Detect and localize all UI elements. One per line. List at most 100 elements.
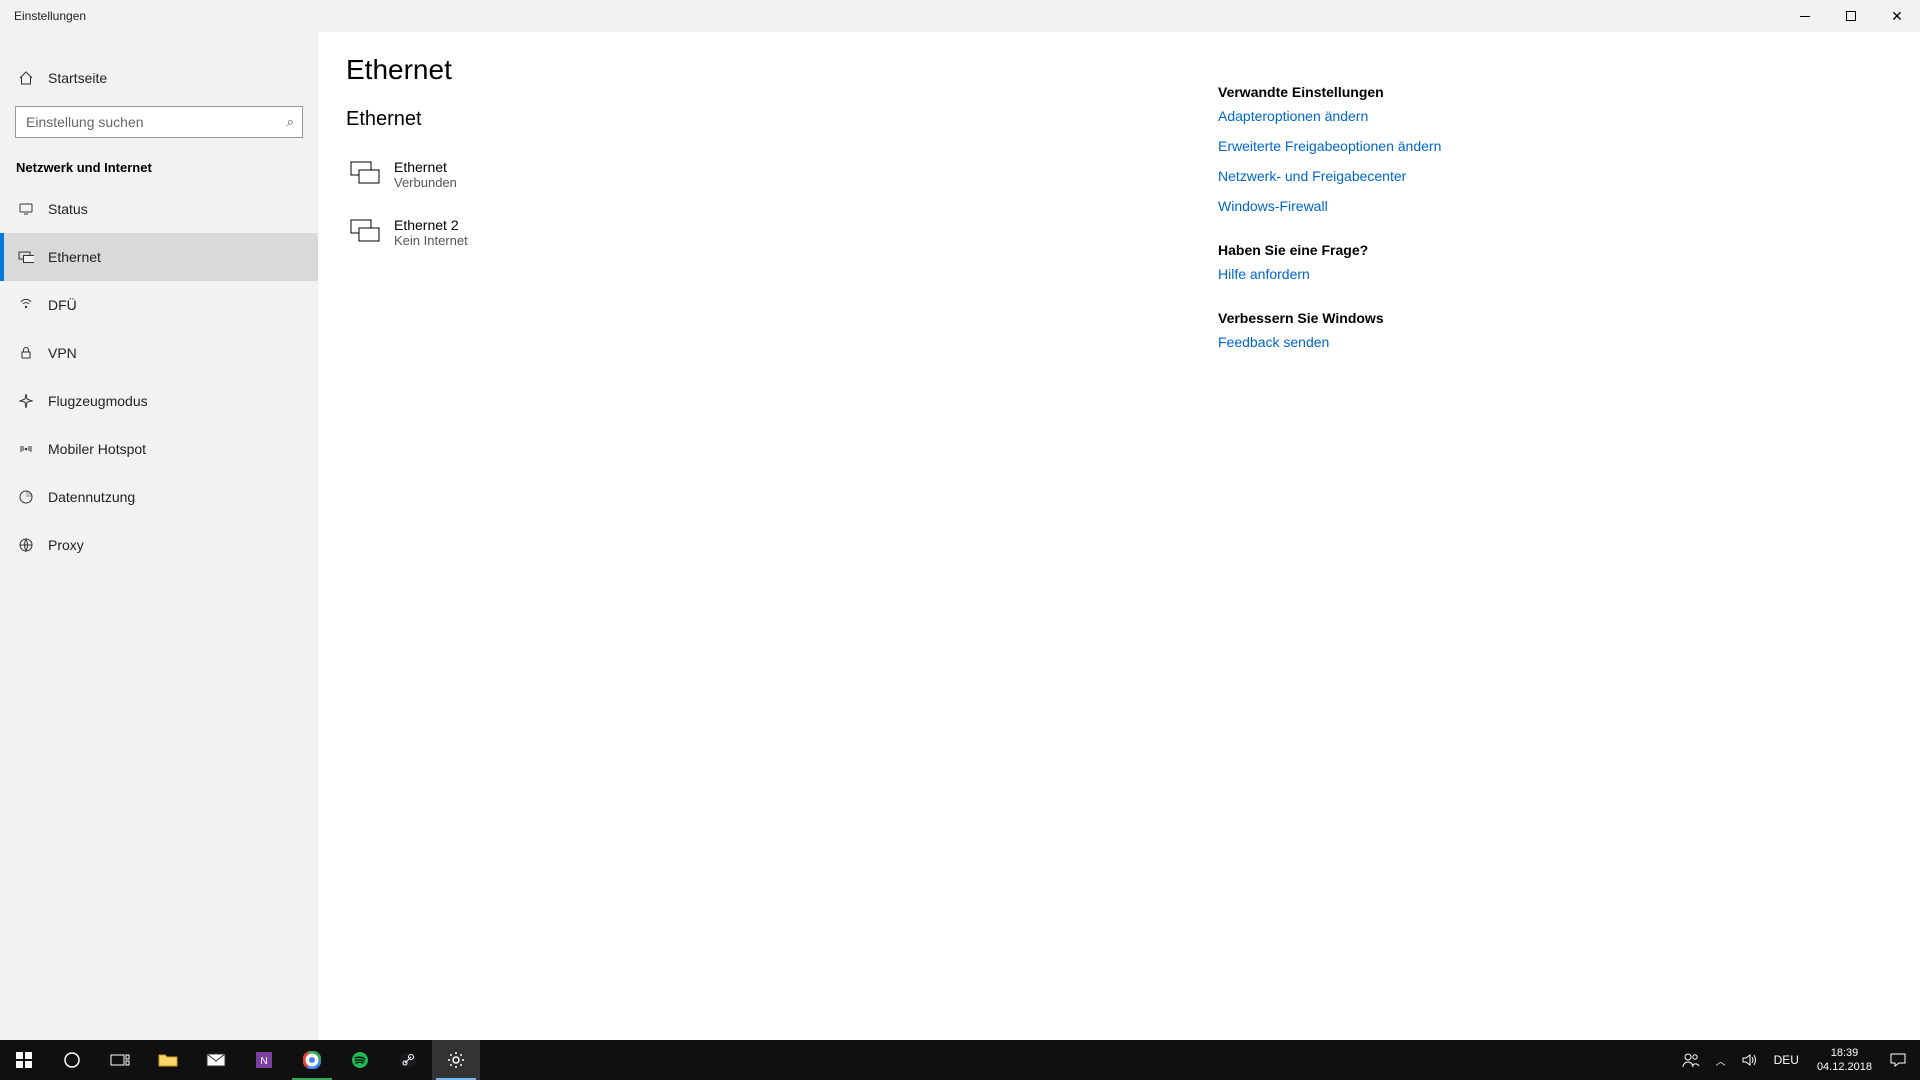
taskbar-chrome[interactable] <box>288 1040 336 1080</box>
network-item-ethernet2[interactable]: Ethernet 2 Kein Internet <box>346 203 1218 261</box>
sidebar-item-vpn[interactable]: VPN <box>0 329 318 377</box>
network-item-text: Ethernet 2 Kein Internet <box>394 217 468 248</box>
network-status: Kein Internet <box>394 233 468 248</box>
tray-volume[interactable] <box>1734 1040 1766 1080</box>
sidebar-category: Netzwerk und Internet <box>0 138 318 185</box>
steam-icon <box>399 1051 417 1069</box>
sidebar-item-status[interactable]: Status <box>0 185 318 233</box>
main: Ethernet Ethernet Ethernet Verbunden Eth… <box>318 0 1920 1040</box>
tray-clock[interactable]: 18:39 04.12.2018 <box>1807 1040 1882 1080</box>
taskbar-spotify[interactable] <box>336 1040 384 1080</box>
network-item-text: Ethernet Verbunden <box>394 159 457 190</box>
search-wrap: ⌕ <box>0 98 318 138</box>
link-windows-firewall[interactable]: Windows-Firewall <box>1218 198 1448 214</box>
help-group: Haben Sie eine Frage? Hilfe anfordern <box>1218 242 1448 282</box>
network-item-ethernet[interactable]: Ethernet Verbunden <box>346 145 1218 203</box>
feedback-group: Verbessern Sie Windows Feedback senden <box>1218 310 1448 350</box>
cortana-icon <box>63 1051 81 1069</box>
taskbar-mail[interactable] <box>192 1040 240 1080</box>
help-heading: Haben Sie eine Frage? <box>1218 242 1448 258</box>
network-name: Ethernet 2 <box>394 217 468 233</box>
spotify-icon <box>351 1051 369 1069</box>
sidebar-item-hotspot[interactable]: Mobiler Hotspot <box>0 425 318 473</box>
folder-icon <box>158 1052 178 1068</box>
network-name: Ethernet <box>394 159 457 175</box>
taskbar-steam[interactable] <box>384 1040 432 1080</box>
close-icon: ✕ <box>1891 9 1903 23</box>
volume-icon <box>1742 1053 1758 1067</box>
titlebar: Einstellungen ✕ <box>0 0 1920 32</box>
link-adapter-options[interactable]: Adapteroptionen ändern <box>1218 108 1448 124</box>
status-icon <box>16 201 36 217</box>
tray-people[interactable] <box>1674 1040 1708 1080</box>
close-button[interactable]: ✕ <box>1874 0 1920 32</box>
sidebar-home[interactable]: Startseite <box>0 58 318 98</box>
link-send-feedback[interactable]: Feedback senden <box>1218 334 1448 350</box>
sidebar-home-label: Startseite <box>48 70 107 86</box>
sidebar-nav: Status Ethernet DFÜ VPN <box>0 185 318 569</box>
windows-icon <box>16 1052 32 1068</box>
sidebar-item-label: Ethernet <box>48 249 101 265</box>
ethernet-adapter-icon <box>348 157 382 191</box>
cortana-button[interactable] <box>48 1040 96 1080</box>
show-desktop[interactable] <box>1914 1040 1920 1080</box>
sidebar-item-airplane[interactable]: Flugzeugmodus <box>0 377 318 425</box>
maximize-button[interactable] <box>1828 0 1874 32</box>
taskbar-explorer[interactable] <box>144 1040 192 1080</box>
sidebar-item-proxy[interactable]: Proxy <box>0 521 318 569</box>
ethernet-icon <box>16 249 36 265</box>
svg-text:N: N <box>260 1056 267 1067</box>
sidebar-item-label: Mobiler Hotspot <box>48 441 146 457</box>
window-controls: ✕ <box>1782 0 1920 32</box>
tray-language[interactable]: DEU <box>1766 1040 1807 1080</box>
sidebar-item-label: Status <box>48 201 88 217</box>
right-panel: Verwandte Einstellungen Adapteroptionen … <box>1218 48 1478 1040</box>
sidebar-item-label: Proxy <box>48 537 84 553</box>
clock-time: 18:39 <box>1831 1046 1859 1060</box>
datausage-icon <box>16 489 36 505</box>
people-icon <box>1682 1052 1700 1068</box>
chevron-up-icon: ︿ <box>1716 1053 1726 1068</box>
hotspot-icon <box>16 441 36 457</box>
gear-icon <box>447 1051 465 1069</box>
sidebar-item-label: DFÜ <box>48 297 77 313</box>
window-title: Einstellungen <box>0 9 86 23</box>
start-button[interactable] <box>0 1040 48 1080</box>
ethernet-adapter-icon <box>348 215 382 249</box>
minimize-icon <box>1800 16 1810 17</box>
taskbar-right: ︿ DEU 18:39 04.12.2018 <box>1674 1040 1920 1080</box>
link-network-center[interactable]: Netzwerk- und Freigabecenter <box>1218 168 1448 184</box>
mail-icon <box>206 1053 226 1067</box>
maximize-icon <box>1846 11 1856 21</box>
sidebar-item-datausage[interactable]: Datennutzung <box>0 473 318 521</box>
network-status: Verbunden <box>394 175 457 190</box>
vpn-icon <box>16 345 36 361</box>
taskbar-onenote[interactable]: N <box>240 1040 288 1080</box>
tray-action-center[interactable] <box>1882 1040 1914 1080</box>
sidebar-item-label: Flugzeugmodus <box>48 393 148 409</box>
link-sharing-options[interactable]: Erweiterte Freigabeoptionen ändern <box>1218 138 1448 154</box>
dialup-icon <box>16 297 36 313</box>
related-settings-group: Verwandte Einstellungen Adapteroptionen … <box>1218 84 1448 214</box>
clock-date: 04.12.2018 <box>1817 1060 1872 1074</box>
page-title: Ethernet <box>346 54 1218 86</box>
content: Ethernet Ethernet Ethernet Verbunden Eth… <box>318 48 1218 1040</box>
section-heading: Ethernet <box>346 108 1218 131</box>
sidebar-item-dfu[interactable]: DFÜ <box>0 281 318 329</box>
taskview-button[interactable] <box>96 1040 144 1080</box>
home-icon <box>16 70 36 86</box>
sidebar-item-label: Datennutzung <box>48 489 135 505</box>
language-label: DEU <box>1774 1053 1799 1067</box>
link-get-help[interactable]: Hilfe anfordern <box>1218 266 1448 282</box>
notification-icon <box>1890 1053 1906 1067</box>
tray-overflow[interactable]: ︿ <box>1708 1040 1734 1080</box>
minimize-button[interactable] <box>1782 0 1828 32</box>
search-input[interactable] <box>15 106 303 138</box>
taskview-icon <box>110 1052 130 1068</box>
feedback-heading: Verbessern Sie Windows <box>1218 310 1448 326</box>
chrome-icon <box>303 1051 321 1069</box>
sidebar: Startseite ⌕ Netzwerk und Internet Statu… <box>0 0 318 1040</box>
taskbar-settings[interactable] <box>432 1040 480 1080</box>
onenote-icon: N <box>255 1051 273 1069</box>
sidebar-item-ethernet[interactable]: Ethernet <box>0 233 318 281</box>
